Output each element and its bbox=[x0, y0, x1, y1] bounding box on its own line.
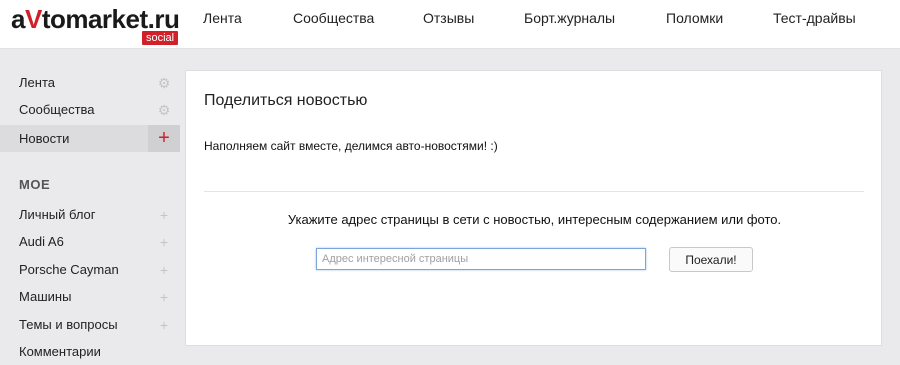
sidebar-item-porsche-cayman[interactable]: Porsche Cayman + bbox=[0, 257, 180, 283]
sidebar-item-audi-a6[interactable]: Audi A6 + bbox=[0, 229, 180, 255]
sidebar-item-personal-blog[interactable]: Личный блог + bbox=[0, 202, 180, 228]
nav-feed[interactable]: Лента bbox=[203, 10, 242, 26]
plus-icon[interactable]: + bbox=[157, 208, 171, 222]
gear-icon[interactable]: ⚙ bbox=[157, 103, 171, 117]
nav-logbooks[interactable]: Борт.журналы bbox=[524, 10, 615, 26]
nav-breakdowns[interactable]: Поломки bbox=[666, 10, 723, 26]
plus-icon[interactable]: + bbox=[157, 318, 171, 332]
panel-description: Наполняем сайт вместе, делимся авто-ново… bbox=[204, 139, 498, 153]
sidebar-item-feed[interactable]: Лента ⚙ bbox=[0, 70, 180, 96]
url-input[interactable] bbox=[316, 248, 646, 270]
nav-test-drives[interactable]: Тест-драйвы bbox=[773, 10, 856, 26]
sidebar-item-comments[interactable]: Комментарии bbox=[0, 339, 180, 365]
nav-communities[interactable]: Сообщества bbox=[293, 10, 374, 26]
logo-text: aVtomarket.ru bbox=[11, 4, 180, 34]
sidebar-item-cars[interactable]: Машины + bbox=[0, 284, 180, 310]
section-heading-my: МОЕ bbox=[19, 177, 51, 192]
plus-icon[interactable]: + bbox=[157, 235, 171, 249]
sidebar-item-label: Audi A6 bbox=[19, 234, 64, 249]
sidebar-item-label: Лента bbox=[19, 75, 55, 90]
nav-reviews[interactable]: Отзывы bbox=[423, 10, 474, 26]
share-news-panel: Поделиться новостью Наполняем сайт вмест… bbox=[185, 70, 882, 346]
plus-icon[interactable]: + bbox=[157, 263, 171, 277]
plus-icon[interactable]: + bbox=[157, 290, 171, 304]
sidebar-item-label: Porsche Cayman bbox=[19, 262, 119, 277]
submit-button[interactable]: Поехали! bbox=[669, 247, 753, 272]
top-header: aVtomarket.ru social Лента Сообщества От… bbox=[0, 0, 900, 49]
sidebar-item-label: Личный блог bbox=[19, 207, 96, 222]
url-instruction: Укажите адрес страницы в сети с новостью… bbox=[287, 212, 782, 227]
sidebar-item-label: Комментарии bbox=[19, 344, 101, 359]
sidebar-item-communities[interactable]: Сообщества ⚙ bbox=[0, 97, 180, 123]
page-title: Поделиться новостью bbox=[204, 92, 368, 109]
logo-social-badge: social bbox=[142, 31, 179, 45]
gear-icon[interactable]: ⚙ bbox=[157, 76, 171, 90]
site-logo[interactable]: aVtomarket.ru social bbox=[11, 4, 186, 45]
sidebar-item-label: Сообщества bbox=[19, 102, 95, 117]
sidebar-item-news[interactable]: Новости bbox=[0, 125, 148, 152]
sidebar-item-label: Темы и вопросы bbox=[19, 317, 118, 332]
sidebar-item-label: Новости bbox=[19, 131, 70, 146]
sidebar-item-label: Машины bbox=[19, 289, 72, 304]
plus-icon[interactable]: + bbox=[148, 125, 180, 152]
divider bbox=[204, 191, 864, 192]
sidebar-item-topics[interactable]: Темы и вопросы + bbox=[0, 312, 180, 338]
